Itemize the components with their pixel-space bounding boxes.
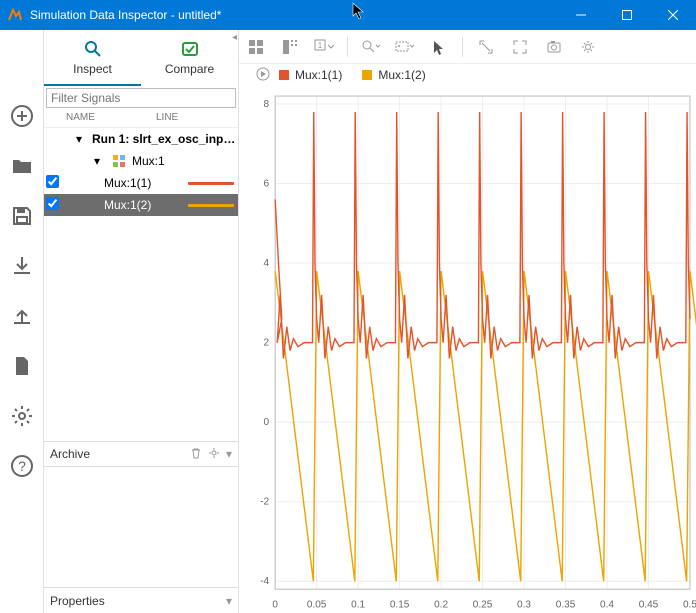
header-name: NAME — [66, 112, 156, 123]
tree-run-label: Run 1: slrt_ex_osc_inport ... — [92, 132, 238, 146]
add-button[interactable] — [8, 102, 36, 130]
signal-1-checkbox[interactable] — [46, 175, 59, 188]
signal-2-checkbox[interactable] — [46, 197, 59, 210]
svg-text:6: 6 — [264, 179, 270, 190]
save-button[interactable] — [8, 202, 36, 230]
tree-mux-label: Mux:1 — [132, 154, 238, 168]
properties-label: Properties — [50, 594, 105, 608]
new-file-button[interactable] — [8, 352, 36, 380]
chart-toolbar: 1 — [239, 30, 696, 64]
svg-text:1: 1 — [318, 41, 323, 50]
tree-signal-1-label: Mux:1(1) — [104, 176, 184, 190]
tab-inspect[interactable]: Inspect — [44, 30, 141, 86]
header-line: LINE — [156, 112, 178, 123]
layout-split-button[interactable] — [279, 36, 301, 58]
cursor-icon — [352, 2, 366, 25]
title-bar: Simulation Data Inspector - untitled* — [0, 0, 696, 30]
svg-text:0: 0 — [272, 599, 278, 610]
close-button[interactable] — [650, 0, 696, 30]
mux-icon — [110, 154, 128, 168]
maximize-button[interactable] — [604, 0, 650, 30]
svg-text:0.25: 0.25 — [473, 599, 493, 610]
chevron-down-icon: ▾ — [70, 132, 88, 146]
svg-text:0.3: 0.3 — [517, 599, 531, 610]
pointer-button[interactable] — [428, 36, 450, 58]
snapshot-button[interactable] — [543, 36, 565, 58]
tree-run[interactable]: ▾ Run 1: slrt_ex_osc_inport ... — [44, 128, 238, 150]
tree-mux[interactable]: ▾ Mux:1 — [44, 150, 238, 172]
chevron-down-icon: ▾ — [88, 154, 106, 168]
svg-text:-4: -4 — [260, 576, 269, 587]
properties-section-header[interactable]: Properties ▾ — [44, 587, 238, 613]
side-panel: Inspect Compare NAME LINE ▾ Run 1: slrt_… — [44, 30, 239, 613]
chevron-down-icon: ▾ — [226, 594, 232, 608]
expand-button[interactable] — [509, 36, 531, 58]
svg-text:0.2: 0.2 — [434, 599, 448, 610]
svg-text:0.45: 0.45 — [639, 599, 659, 610]
chart-area: ◂ 1 Mux:1(1) Mux:1(2) 00.050.10.150.20.2… — [239, 30, 696, 613]
svg-text:-2: -2 — [260, 497, 269, 508]
archive-section-header[interactable]: Archive ▾ — [44, 441, 238, 467]
plot-canvas[interactable]: 0 0.05 0.1 0.15 0.2 0.25 0.3 0.35 0.4 0.45 0.5 -4 -2… — [239, 86, 696, 613]
subplot-dropdown[interactable]: 1 — [313, 36, 335, 58]
layout-grid-button[interactable] — [245, 36, 267, 58]
tree-signal-2-label: Mux:1(2) — [104, 198, 184, 212]
gear-icon[interactable] — [208, 447, 220, 462]
signal-list-header: NAME LINE — [44, 108, 238, 128]
svg-text:0.4: 0.4 — [600, 599, 614, 610]
chart-legend: Mux:1(1) Mux:1(2) — [239, 64, 696, 86]
inspect-icon — [83, 38, 103, 60]
import-button[interactable] — [8, 252, 36, 280]
chevron-down-icon[interactable]: ▾ — [226, 447, 232, 461]
fit-button[interactable] — [475, 36, 497, 58]
compare-icon — [180, 38, 200, 60]
export-button[interactable] — [8, 302, 36, 330]
zoom-region-dropdown[interactable] — [394, 36, 416, 58]
legend-swatch-1 — [279, 70, 289, 80]
legend-label-1: Mux:1(1) — [295, 68, 342, 82]
app-logo-icon — [0, 7, 30, 23]
plot-settings-button[interactable] — [577, 36, 599, 58]
legend-swatch-2 — [362, 70, 372, 80]
filter-signals-input[interactable] — [46, 88, 236, 108]
trash-icon[interactable] — [190, 447, 202, 462]
left-toolbar: ? — [0, 30, 44, 613]
svg-text:?: ? — [18, 458, 26, 474]
signal-tree: ▾ Run 1: slrt_ex_osc_inport ... ▾ Mux:1 … — [44, 128, 238, 441]
tree-signal-1[interactable]: Mux:1(1) — [44, 172, 238, 194]
svg-text:8: 8 — [264, 99, 270, 110]
svg-text:0.1: 0.1 — [351, 599, 365, 610]
tree-signal-2[interactable]: Mux:1(2) — [44, 194, 238, 216]
open-folder-button[interactable] — [8, 152, 36, 180]
svg-text:0.05: 0.05 — [307, 599, 327, 610]
tab-compare[interactable]: Compare — [141, 30, 238, 86]
svg-text:0.15: 0.15 — [390, 599, 410, 610]
collapse-handle-icon[interactable]: ◂ — [232, 32, 237, 43]
legend-label-2: Mux:1(2) — [378, 68, 425, 82]
svg-text:0.5: 0.5 — [683, 599, 696, 610]
svg-text:2: 2 — [264, 338, 270, 349]
svg-text:0.35: 0.35 — [556, 599, 576, 610]
signal-1-swatch — [188, 182, 234, 185]
tab-compare-label: Compare — [165, 62, 214, 76]
svg-text:0: 0 — [264, 417, 270, 428]
archive-label: Archive — [50, 447, 90, 461]
signal-2-swatch — [188, 204, 234, 207]
zoom-dropdown[interactable] — [360, 36, 382, 58]
window-title: Simulation Data Inspector - untitled* — [30, 8, 558, 22]
stream-icon[interactable] — [255, 66, 271, 85]
tab-inspect-label: Inspect — [73, 62, 112, 76]
help-button[interactable]: ? — [8, 452, 36, 480]
settings-button[interactable] — [8, 402, 36, 430]
minimize-button[interactable] — [558, 0, 604, 30]
archive-body — [44, 467, 238, 587]
svg-text:4: 4 — [264, 258, 270, 269]
